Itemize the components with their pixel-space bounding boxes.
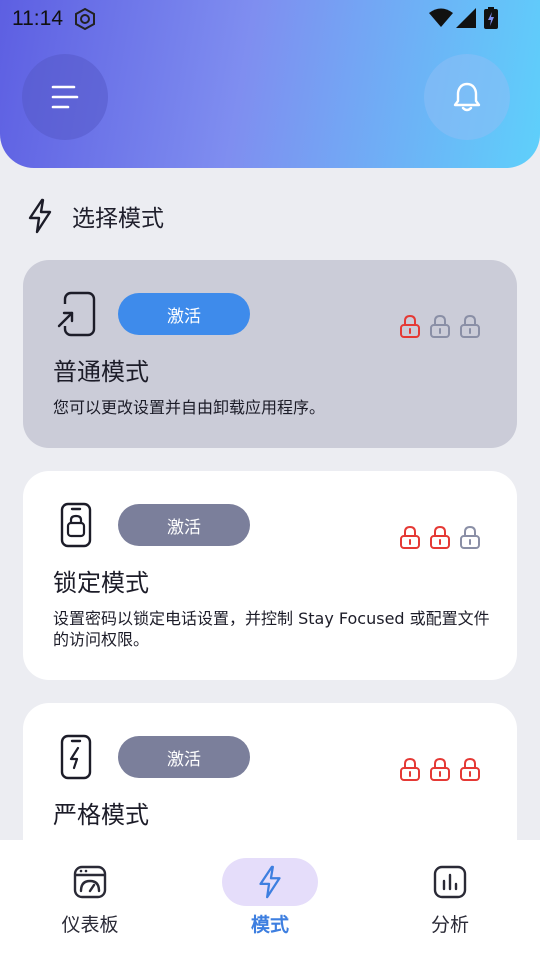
- mode-card-normal[interactable]: 激活 普通模式 您可以更改设置并自由卸载应用程序。: [23, 260, 517, 448]
- section-title-label: 选择模式: [72, 206, 164, 232]
- header: 11:14: [0, 0, 540, 168]
- mode-card-locked[interactable]: 激活 锁定模式 设置密码以锁定电话设置，并控制 Stay Focused 或配置…: [23, 471, 517, 680]
- nav-label: 分析: [430, 914, 469, 936]
- signal-icon: [456, 8, 476, 28]
- nav-label: 仪表板: [61, 914, 119, 936]
- bolt-icon: [259, 865, 281, 899]
- activate-button[interactable]: 激活: [118, 504, 250, 546]
- nav-label: 模式: [250, 914, 289, 936]
- analytics-icon: [433, 865, 467, 899]
- phone-bolt-icon: [60, 734, 92, 780]
- menu-icon: [51, 85, 79, 109]
- phone-lock-icon: [60, 502, 92, 548]
- nav-item-modes[interactable]: 模式: [200, 840, 340, 960]
- bottom-navigation: 仪表板 模式 分析: [0, 840, 540, 960]
- mode-description: 您可以更改设置并自由卸载应用程序。: [53, 398, 326, 417]
- nav-icon-container: [222, 858, 318, 906]
- phone-exit-icon: [57, 291, 96, 337]
- lock-icon: [460, 314, 480, 338]
- lock-icon: [400, 525, 420, 549]
- lock-icon: [460, 525, 480, 549]
- battery-icon: [484, 7, 498, 29]
- lock-icon: [400, 757, 420, 781]
- status-bar: 11:14: [0, 0, 540, 36]
- activate-button[interactable]: 激活: [118, 293, 250, 335]
- lock-icon: [460, 757, 480, 781]
- section-title: 选择模式: [26, 196, 164, 236]
- activate-button[interactable]: 激活: [118, 736, 250, 778]
- lock-level: [399, 314, 481, 338]
- nav-icon-container: [42, 858, 138, 906]
- wifi-icon: [429, 8, 453, 27]
- lock-icon: [430, 314, 450, 338]
- mode-title: 严格模式: [53, 801, 149, 829]
- mode-title: 普通模式: [53, 358, 149, 386]
- lock-level: [399, 757, 481, 781]
- lock-icon: [430, 757, 450, 781]
- dashboard-icon: [73, 865, 107, 899]
- notifications-button[interactable]: [424, 54, 510, 140]
- nav-icon-container: [402, 858, 498, 906]
- nav-item-analytics[interactable]: 分析: [380, 840, 520, 960]
- settings-notification-icon: [75, 7, 95, 31]
- lock-icon: [400, 314, 420, 338]
- nav-item-dashboard[interactable]: 仪表板: [20, 840, 160, 960]
- status-time: 11:14: [12, 7, 63, 30]
- bolt-icon: [28, 198, 52, 234]
- mode-description: 设置密码以锁定电话设置，并控制 Stay Focused 或配置文件的访问权限。: [53, 609, 490, 649]
- bell-icon: [453, 82, 481, 112]
- lock-level: [399, 525, 481, 549]
- menu-button[interactable]: [22, 54, 108, 140]
- mode-title: 锁定模式: [53, 569, 149, 597]
- lock-icon: [430, 525, 450, 549]
